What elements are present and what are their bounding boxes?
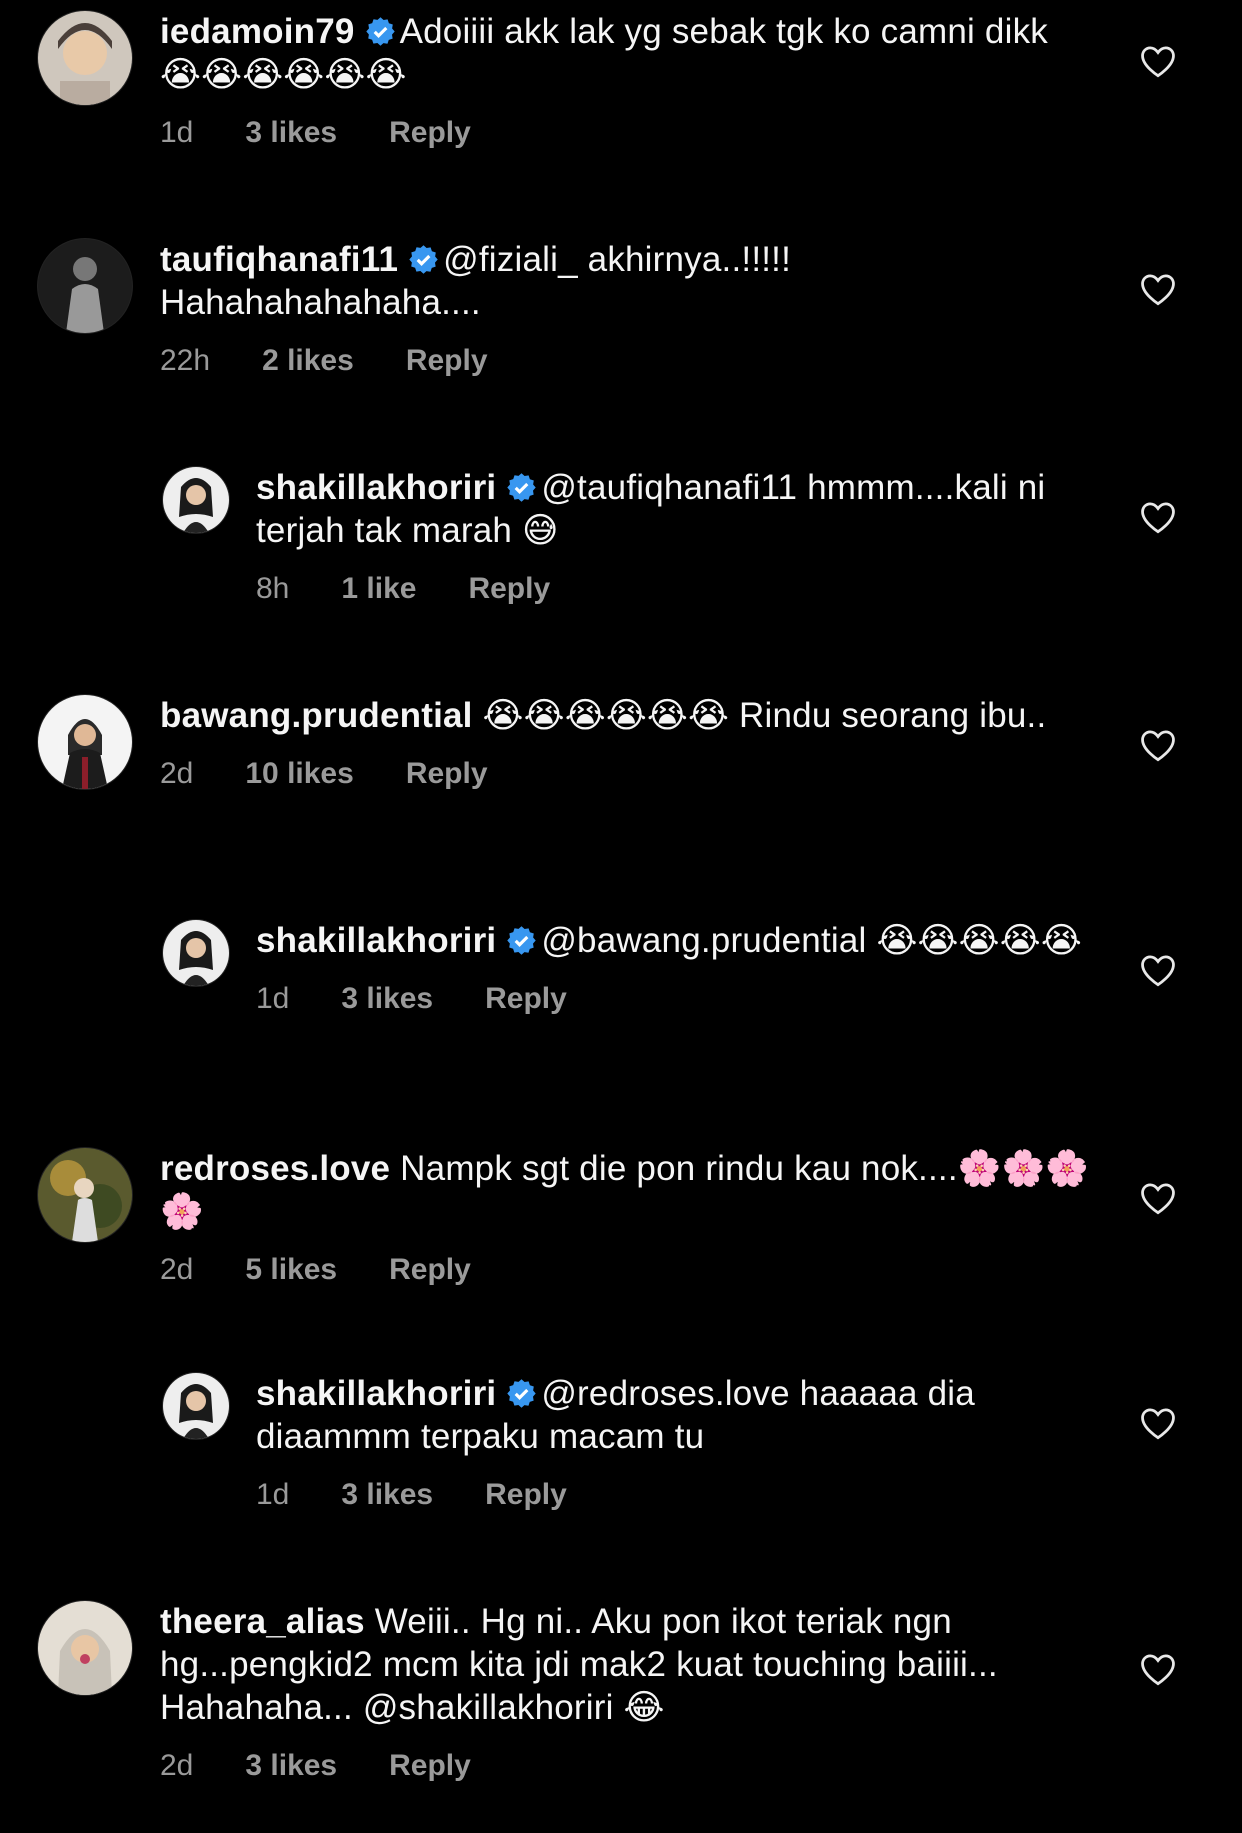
comment-message: Adoiiii akk lak yg sebak tgk ko camni di… [399, 12, 1048, 51]
verified-badge-icon [365, 16, 396, 47]
likes-count[interactable]: 2 likes [262, 344, 354, 378]
emoji-group: 😅 [522, 511, 559, 550]
comment-time: 2d [160, 1749, 194, 1782]
avatar[interactable] [37, 1600, 133, 1696]
reply-button[interactable]: Reply [406, 344, 488, 378]
emoji-group: 😭😭😭😭😭😭 [482, 696, 730, 735]
comment-text: shakillakhoriri @bawang.prudential 😭😭😭😭😭 [256, 919, 1086, 962]
comment-meta: 2d 10 likes Reply [160, 757, 1090, 791]
comment-message: @bawang.prudential [541, 921, 867, 960]
likes-count[interactable]: 5 likes [245, 1253, 337, 1287]
comment-text: taufiqhanafi11 @fiziali_ akhirnya..!!!!! … [160, 238, 1090, 324]
avatar[interactable] [37, 1147, 133, 1243]
verified-badge-icon [408, 244, 439, 275]
comment-time: 2d [160, 1253, 194, 1286]
likes-count[interactable]: 10 likes [245, 757, 353, 791]
heart-outline-icon[interactable] [1139, 500, 1177, 534]
comment-text: theera_alias Weiii.. Hg ni.. Aku pon iko… [160, 1600, 1090, 1729]
comment-time: 1d [160, 116, 194, 149]
avatar[interactable] [162, 919, 230, 987]
likes-count[interactable]: 1 like [341, 572, 416, 606]
comment-time: 22h [160, 344, 211, 377]
comment-meta: 8h 1 like Reply [256, 572, 1086, 606]
username[interactable]: bawang.prudential [160, 696, 473, 735]
heart-outline-icon[interactable] [1139, 728, 1177, 762]
comment-text: shakillakhoriri @taufiqhanafi11 hmmm....k… [256, 466, 1086, 552]
username[interactable]: shakillakhoriri [256, 921, 496, 960]
comment-meta: 1d 3 likes Reply [256, 1478, 1086, 1512]
avatar[interactable] [37, 238, 133, 334]
avatar[interactable] [37, 10, 133, 106]
comment-time: 2d [160, 757, 194, 790]
reply-button[interactable]: Reply [406, 757, 488, 791]
comment-message: Nampk sgt die pon rindu kau nok.... [400, 1149, 958, 1188]
comment-meta: 2d 5 likes Reply [160, 1253, 1090, 1287]
avatar[interactable] [37, 694, 133, 790]
comment-time: 1d [256, 982, 290, 1015]
heart-outline-icon[interactable] [1139, 953, 1177, 987]
heart-outline-icon[interactable] [1139, 44, 1177, 78]
comment-text: bawang.prudential 😭😭😭😭😭😭 Rindu seorang i… [160, 694, 1090, 737]
reply-button[interactable]: Reply [485, 1478, 567, 1512]
emoji-group: 😭😭😭😭😭😭 [160, 55, 407, 94]
username[interactable]: shakillakhoriri [256, 1374, 496, 1413]
username[interactable]: iedamoin79 [160, 12, 355, 51]
username[interactable]: taufiqhanafi11 [160, 240, 398, 279]
reply-button[interactable]: Reply [468, 572, 550, 606]
verified-badge-icon [506, 1378, 537, 1409]
reply-button[interactable]: Reply [389, 1749, 471, 1783]
comment-meta: 2d 3 likes Reply [160, 1749, 1090, 1783]
likes-count[interactable]: 3 likes [245, 1749, 337, 1783]
heart-outline-icon[interactable] [1139, 1652, 1177, 1686]
likes-count[interactable]: 3 likes [341, 1478, 433, 1512]
likes-count[interactable]: 3 likes [245, 116, 337, 150]
username[interactable]: shakillakhoriri [256, 468, 496, 507]
comment-time: 8h [256, 572, 290, 605]
emoji-group: 😂 [623, 1688, 665, 1727]
username[interactable]: redroses.love [160, 1149, 390, 1188]
avatar[interactable] [162, 1372, 230, 1440]
reply-button[interactable]: Reply [389, 1253, 471, 1287]
comment-text: redroses.love Nampk sgt die pon rindu ka… [160, 1147, 1090, 1233]
verified-badge-icon [506, 925, 537, 956]
emoji-group: 😭😭😭😭😭 [876, 921, 1082, 960]
verified-badge-icon [506, 472, 537, 503]
comment-meta: 22h 2 likes Reply [160, 344, 1090, 378]
comment-meta: 1d 3 likes Reply [256, 982, 1086, 1016]
comment-text: iedamoin79 Adoiiii akk lak yg sebak tgk k… [160, 10, 1090, 96]
comment-meta: 1d 3 likes Reply [160, 116, 1090, 150]
reply-button[interactable]: Reply [485, 982, 567, 1016]
comment-time: 1d [256, 1478, 290, 1511]
heart-outline-icon[interactable] [1139, 272, 1177, 306]
comment-text: shakillakhoriri @redroses.love haaaaa dia… [256, 1372, 1086, 1458]
heart-outline-icon[interactable] [1139, 1181, 1177, 1215]
comment-message: Rindu seorang ibu.. [739, 696, 1047, 735]
reply-button[interactable]: Reply [389, 116, 471, 150]
heart-outline-icon[interactable] [1139, 1406, 1177, 1440]
likes-count[interactable]: 3 likes [341, 982, 433, 1016]
avatar[interactable] [162, 466, 230, 534]
username[interactable]: theera_alias [160, 1602, 365, 1641]
